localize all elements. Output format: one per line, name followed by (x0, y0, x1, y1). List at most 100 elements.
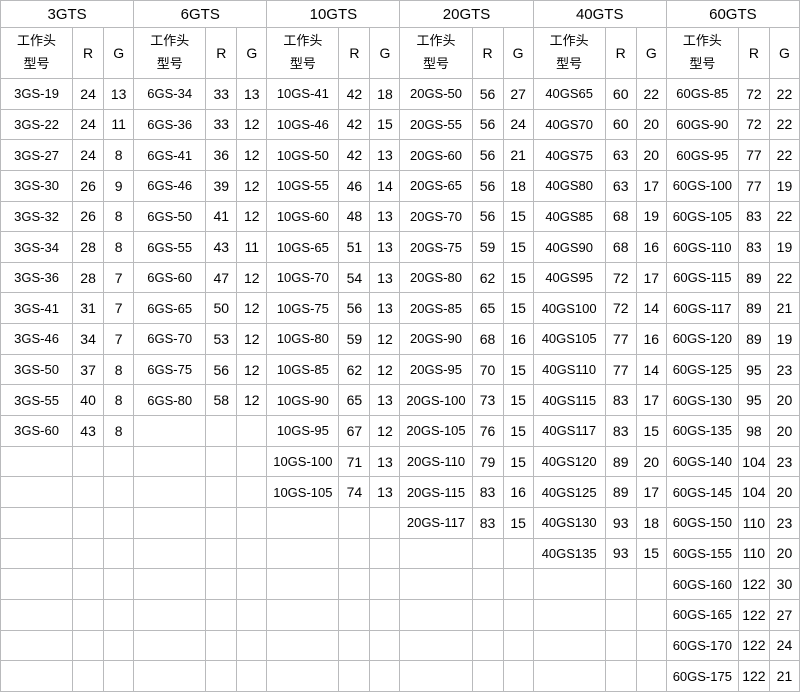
table-row: 3GS-554086GS-80581210GS-90651320GS-10073… (1, 385, 800, 416)
g-value-cell: 12 (237, 201, 267, 232)
g-value-cell: 15 (503, 354, 533, 385)
g-value-cell (370, 507, 400, 538)
r-value-cell: 28 (73, 262, 104, 293)
r-column-header: R (605, 28, 636, 79)
model-cell: 10GS-46 (267, 109, 339, 140)
g-value-cell (370, 569, 400, 600)
r-value-cell: 95 (738, 385, 769, 416)
g-value-cell (636, 569, 666, 600)
r-value-cell: 83 (738, 201, 769, 232)
model-cell: 40GS105 (533, 324, 605, 355)
r-value-cell (73, 569, 104, 600)
model-cell (134, 538, 206, 569)
g-value-cell (503, 630, 533, 661)
r-value-cell: 89 (605, 477, 636, 508)
g-value-cell: 13 (370, 140, 400, 171)
r-value-cell: 54 (339, 262, 370, 293)
r-column-header: R (73, 28, 104, 79)
r-value-cell: 74 (339, 477, 370, 508)
model-cell (400, 569, 472, 600)
r-value-cell: 104 (738, 477, 769, 508)
g-value-cell: 15 (636, 416, 666, 447)
g-value-cell: 22 (769, 140, 799, 171)
r-value-cell: 51 (339, 232, 370, 263)
model-cell: 60GS-130 (666, 385, 738, 416)
model-cell: 6GS-55 (134, 232, 206, 263)
model-cell: 60GS-175 (666, 661, 738, 692)
g-value-cell (237, 416, 267, 447)
model-cell: 20GS-70 (400, 201, 472, 232)
model-cell: 10GS-65 (267, 232, 339, 263)
r-value-cell: 56 (472, 201, 503, 232)
g-value-cell: 8 (104, 140, 134, 171)
model-cell: 10GS-90 (267, 385, 339, 416)
model-cell: 10GS-85 (267, 354, 339, 385)
g-value-cell: 8 (104, 354, 134, 385)
g-value-cell (237, 538, 267, 569)
g-value-cell: 15 (503, 201, 533, 232)
model-column-header: 工作头 型号 (533, 28, 605, 79)
g-value-cell: 13 (370, 201, 400, 232)
model-cell: 60GS-170 (666, 630, 738, 661)
model-cell: 60GS-117 (666, 293, 738, 324)
model-cell (1, 599, 73, 630)
model-column-header: 工作头 型号 (134, 28, 206, 79)
model-cell: 10GS-41 (267, 79, 339, 110)
r-value-cell: 53 (206, 324, 237, 355)
g-column-header: G (370, 28, 400, 79)
r-value-cell (206, 416, 237, 447)
r-value-cell: 83 (605, 385, 636, 416)
model-cell: 6GS-50 (134, 201, 206, 232)
table-row: 10GS-105741320GS-115831640GS125891760GS-… (1, 477, 800, 508)
r-value-cell (73, 507, 104, 538)
g-value-cell: 12 (237, 170, 267, 201)
table-row: 3GS-1924136GS-34331310GS-41421820GS-5056… (1, 79, 800, 110)
g-value-cell (370, 661, 400, 692)
r-value-cell (73, 477, 104, 508)
model-cell (134, 416, 206, 447)
r-value-cell (206, 538, 237, 569)
r-value-cell: 95 (738, 354, 769, 385)
model-cell: 10GS-55 (267, 170, 339, 201)
g-value-cell: 17 (636, 385, 666, 416)
r-value-cell (605, 599, 636, 630)
g-value-cell: 8 (104, 385, 134, 416)
r-value-cell: 122 (738, 569, 769, 600)
g-value-cell (370, 599, 400, 630)
r-value-cell: 83 (738, 232, 769, 263)
r-value-cell: 98 (738, 416, 769, 447)
r-value-cell (339, 661, 370, 692)
g-value-cell: 13 (370, 477, 400, 508)
table-row: 60GS-16512227 (1, 599, 800, 630)
model-cell: 20GS-115 (400, 477, 472, 508)
table-row: 60GS-16012230 (1, 569, 800, 600)
g-value-cell: 19 (769, 232, 799, 263)
r-value-cell: 24 (73, 109, 104, 140)
g-value-cell: 24 (503, 109, 533, 140)
r-value-cell: 43 (206, 232, 237, 263)
model-cell: 40GS110 (533, 354, 605, 385)
g-value-cell: 12 (237, 354, 267, 385)
g-value-cell: 12 (237, 324, 267, 355)
r-value-cell (73, 599, 104, 630)
g-value-cell: 12 (237, 385, 267, 416)
group-title-60gts: 60GTS (666, 1, 799, 28)
model-cell: 6GS-46 (134, 170, 206, 201)
r-value-cell (472, 630, 503, 661)
table-row: 3GS-6043810GS-95671220GS-105761540GS1178… (1, 416, 800, 447)
r-value-cell: 36 (206, 140, 237, 171)
r-value-cell (472, 599, 503, 630)
group-title-10gts: 10GTS (267, 1, 400, 28)
table-row: 3GS-362876GS-60471210GS-70541320GS-80621… (1, 262, 800, 293)
r-value-cell: 93 (605, 538, 636, 569)
g-value-cell: 7 (104, 293, 134, 324)
g-value-cell: 27 (769, 599, 799, 630)
table-row: 3GS-342886GS-55431110GS-65511320GS-75591… (1, 232, 800, 263)
r-value-cell: 56 (472, 79, 503, 110)
r-column-header: R (472, 28, 503, 79)
g-value-cell (237, 477, 267, 508)
model-cell: 3GS-36 (1, 262, 73, 293)
g-value-cell: 15 (503, 293, 533, 324)
g-value-cell (237, 507, 267, 538)
model-cell: 60GS-100 (666, 170, 738, 201)
